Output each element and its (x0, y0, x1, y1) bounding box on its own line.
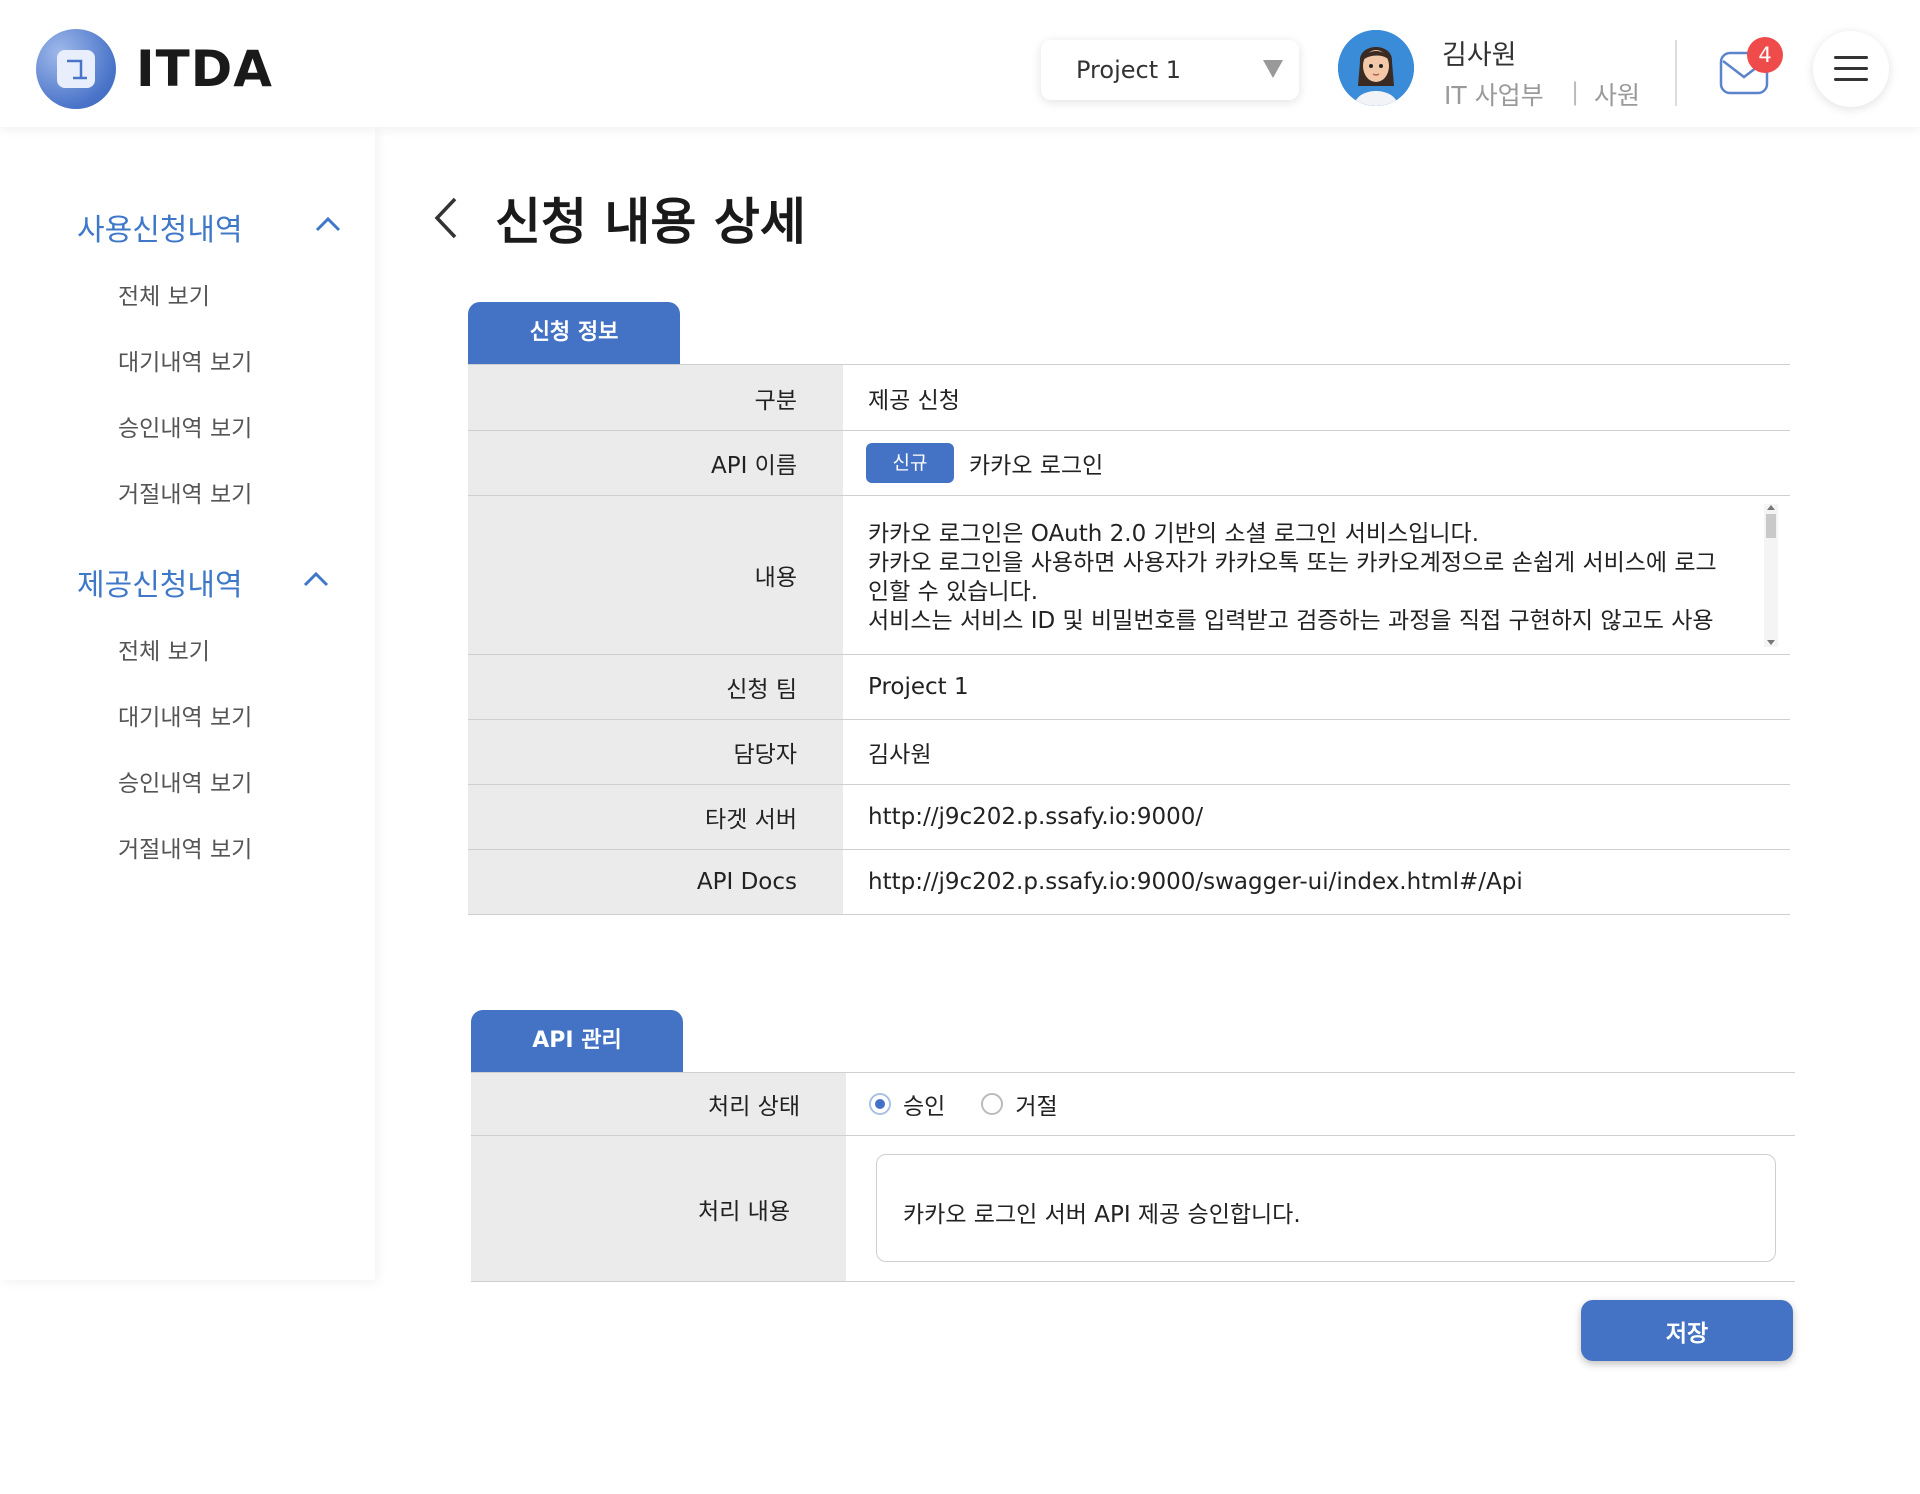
table-row: 타겟 서버 http://j9c202.p.ssafy.io:9000/ (468, 785, 1790, 850)
brand-name: ITDA (136, 40, 273, 98)
request-info-table: 구분 제공 신청 API 이름 신규 카카오 로그인 내용 카카오 로그인은 O… (468, 364, 1790, 915)
scroll-up-icon[interactable] (1767, 505, 1775, 510)
tab-request-info: 신청 정보 (468, 302, 680, 364)
table-row: 내용 카카오 로그인은 OAuth 2.0 기반의 소셜 로그인 서비스입니다.… (468, 496, 1790, 655)
sidebar-item-usage-rejected[interactable]: 거절내역 보기 (118, 475, 252, 509)
top-header: ITDA Project 1 김사원 IT 사업부 | 사원 4 (0, 0, 1920, 127)
content-line: 카카오 로그인을 사용하면 사용자가 카카오톡 또는 카카오계정으로 손쉽게 서… (868, 550, 1717, 576)
project-select-value: Project 1 (1076, 56, 1182, 84)
save-button[interactable]: 저장 (1581, 1300, 1793, 1361)
row-label: 구분 (468, 365, 843, 430)
content-scrollbar[interactable] (1764, 504, 1778, 647)
sidebar-item-usage-approved[interactable]: 승인내역 보기 (118, 409, 252, 443)
notification-badge: 4 (1747, 37, 1783, 73)
user-avatar[interactable] (1338, 30, 1414, 106)
radio-reject[interactable]: 거절 (981, 1087, 1058, 1121)
content-line: 인할 수 있습니다. (868, 579, 1039, 605)
hamburger-icon (1834, 56, 1868, 59)
table-row: 처리 상태 승인 거절 (471, 1073, 1795, 1136)
row-label: API Docs (468, 850, 843, 914)
header-divider (1675, 40, 1677, 106)
hamburger-menu-button[interactable] (1813, 31, 1889, 107)
row-label: 처리 상태 (471, 1073, 846, 1135)
back-arrow-icon[interactable] (431, 195, 461, 241)
logo-mark-icon (57, 50, 95, 88)
caret-down-icon (1263, 60, 1283, 78)
content-line: 서비스는 서비스 ID 및 비밀번호를 입력받고 검증하는 과정을 직접 구현하… (868, 608, 1714, 634)
category-value: 제공 신청 (868, 387, 960, 414)
user-name: 김사원 (1442, 40, 1517, 71)
sidebar-item-provide-approved[interactable]: 승인내역 보기 (118, 764, 252, 798)
sidebar-group-provide-requests[interactable]: 제공신청내역 (77, 560, 243, 604)
radio-unchecked-icon (981, 1093, 1004, 1115)
row-label: API 이름 (468, 431, 843, 495)
project-select[interactable]: Project 1 (1041, 40, 1299, 100)
page-title: 신청 내용 상세 (495, 193, 806, 251)
sidebar-item-usage-all[interactable]: 전체 보기 (118, 277, 210, 311)
chevron-up-icon[interactable] (302, 570, 330, 588)
sidebar-group-usage-requests[interactable]: 사용신청내역 (77, 205, 243, 249)
sidebar-item-usage-pending[interactable]: 대기내역 보기 (118, 343, 252, 377)
api-management-table: 처리 상태 승인 거절 처리 내용 카카오 로그인 서버 API 제공 승인합니… (471, 1072, 1795, 1282)
team-value: Project 1 (868, 674, 969, 700)
new-badge: 신규 (866, 443, 954, 483)
sidebar-item-provide-rejected[interactable]: 거절내역 보기 (118, 830, 252, 864)
hamburger-line (1834, 67, 1868, 70)
row-label: 신청 팀 (468, 655, 843, 719)
row-label: 내용 (468, 496, 843, 654)
target-server-value: http://j9c202.p.ssafy.io:9000/ (868, 804, 1204, 830)
sidebar: 사용신청내역 전체 보기 대기내역 보기 승인내역 보기 거절내역 보기 제공신… (0, 127, 375, 1280)
scroll-thumb[interactable] (1766, 514, 1776, 538)
sidebar-item-provide-all[interactable]: 전체 보기 (118, 632, 210, 666)
scroll-down-icon[interactable] (1767, 640, 1775, 645)
radio-approve[interactable]: 승인 (869, 1087, 945, 1121)
itda-logo[interactable] (36, 29, 116, 109)
hamburger-line (1834, 78, 1868, 81)
content-scroll-box[interactable]: 카카오 로그인은 OAuth 2.0 기반의 소셜 로그인 서비스입니다. 카카… (843, 496, 1790, 654)
api-name-value: 카카오 로그인 (969, 453, 1104, 479)
radio-checked-icon (869, 1093, 891, 1115)
process-detail-textarea[interactable]: 카카오 로그인 서버 API 제공 승인합니다. (876, 1154, 1776, 1262)
user-rank: 사원 (1594, 81, 1641, 110)
user-info-separator: | (1571, 78, 1580, 106)
sidebar-item-provide-pending[interactable]: 대기내역 보기 (118, 698, 252, 732)
table-row: API Docs http://j9c202.p.ssafy.io:9000/s… (468, 850, 1790, 915)
manager-value: 김사원 (868, 742, 932, 768)
api-docs-value: http://j9c202.p.ssafy.io:9000/swagger-ui… (868, 869, 1523, 895)
row-label: 담당자 (468, 720, 843, 784)
radio-label: 거절 (1015, 1094, 1058, 1120)
table-row: 신청 팀 Project 1 (468, 655, 1790, 720)
content-line: 카카오 로그인은 OAuth 2.0 기반의 소셜 로그인 서비스입니다. (868, 521, 1480, 547)
table-row: API 이름 신규 카카오 로그인 (468, 431, 1790, 496)
user-department: IT 사업부 (1444, 81, 1544, 110)
radio-label: 승인 (903, 1094, 946, 1120)
tab-api-management: API 관리 (471, 1010, 683, 1072)
row-label: 타겟 서버 (468, 785, 843, 849)
table-row: 담당자 김사원 (468, 720, 1790, 785)
chevron-up-icon[interactable] (314, 215, 342, 233)
row-label: 처리 내용 (471, 1136, 846, 1281)
table-row: 구분 제공 신청 (468, 365, 1790, 431)
table-row: 처리 내용 카카오 로그인 서버 API 제공 승인합니다. (471, 1136, 1795, 1282)
